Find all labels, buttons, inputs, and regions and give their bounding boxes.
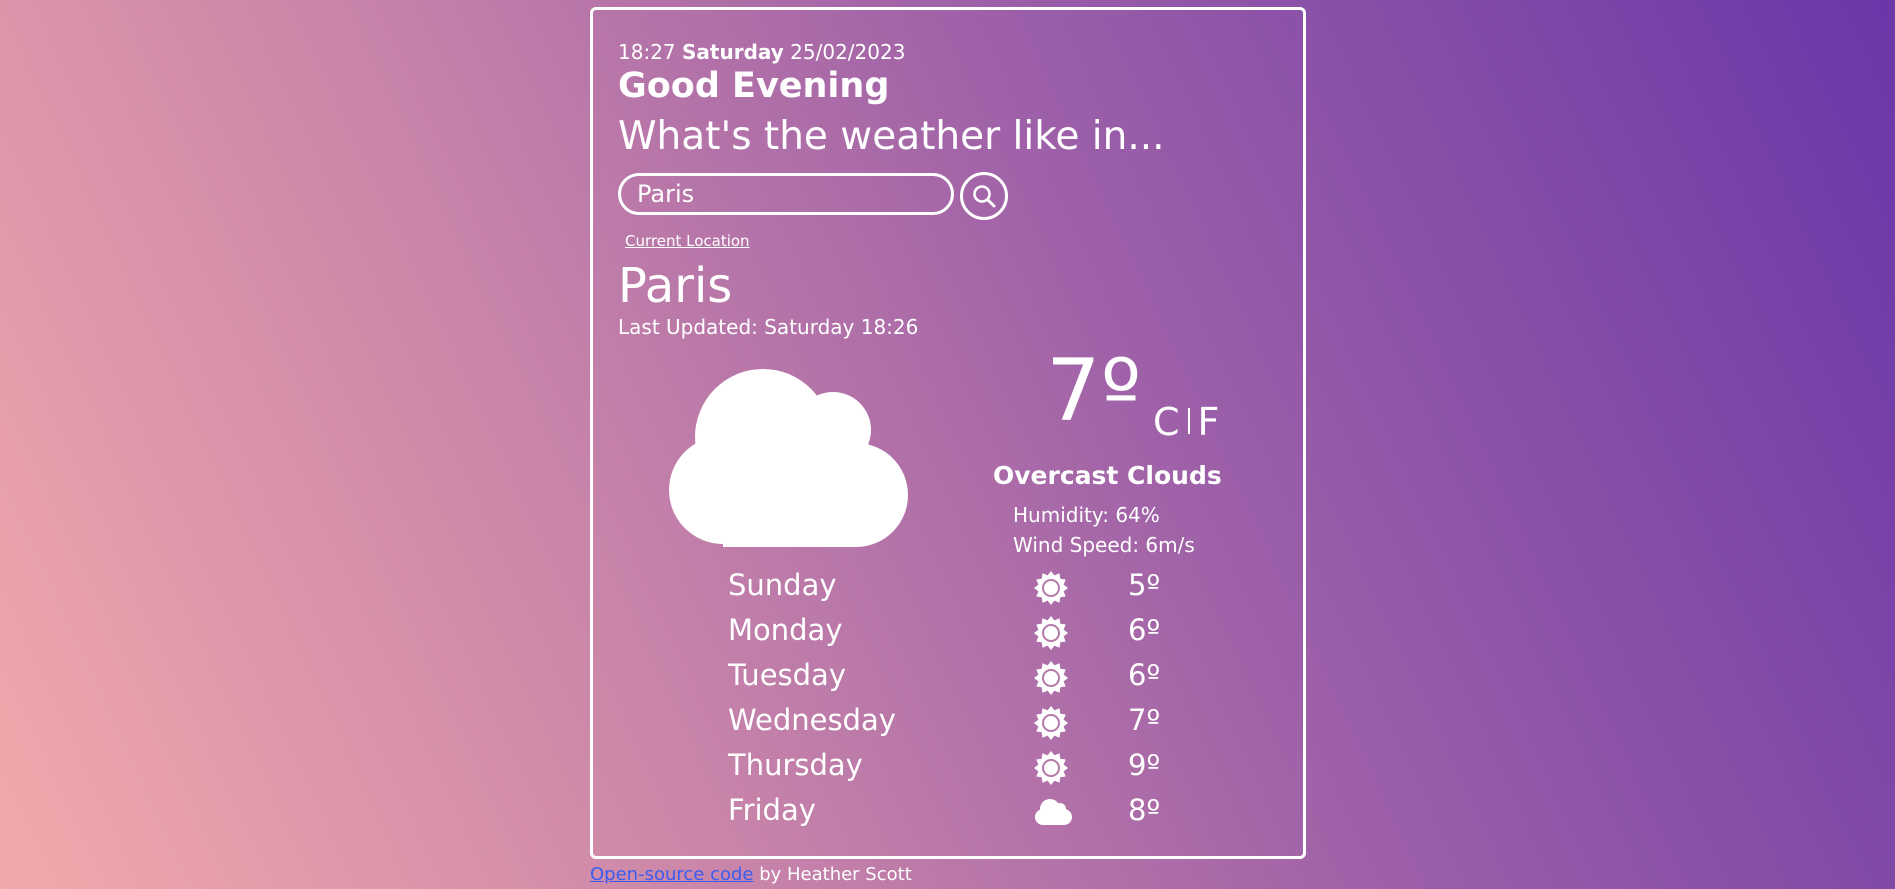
forecast-temp: 8º xyxy=(1128,793,1161,827)
search-icon xyxy=(973,185,996,208)
sun-icon xyxy=(1034,571,1068,605)
celsius-link[interactable]: C xyxy=(1153,400,1180,444)
forecast-row: Thursday 9º xyxy=(728,748,1228,788)
city-search-input[interactable] xyxy=(618,173,954,215)
cloud-icon xyxy=(669,369,908,547)
forecast-temp: 6º xyxy=(1128,613,1161,647)
forecast-row: Friday 8º xyxy=(728,793,1228,833)
source-code-link[interactable]: Open-source code xyxy=(590,864,753,885)
sun-icon xyxy=(1034,616,1068,650)
fahrenheit-link[interactable]: F xyxy=(1198,400,1220,444)
current-datetime: 18:27 Saturday 25/02/2023 xyxy=(618,40,905,64)
forecast-temp: 5º xyxy=(1128,568,1161,602)
forecast-day: Friday xyxy=(728,793,816,827)
unit-separator xyxy=(1187,407,1190,434)
forecast-temp: 9º xyxy=(1128,748,1161,782)
current-location-link[interactable]: Current Location xyxy=(625,232,750,250)
forecast-day: Sunday xyxy=(728,568,837,602)
weather-card: 18:27 Saturday 25/02/2023 Good Evening W… xyxy=(590,7,1306,859)
forecast-row: Tuesday 6º xyxy=(728,658,1228,698)
wind-speed: Wind Speed: 6m/s xyxy=(1013,533,1195,557)
current-time: 18:27 xyxy=(618,40,676,64)
footer-author: by Heather Scott xyxy=(753,864,912,885)
current-day: Saturday xyxy=(682,40,784,64)
forecast-day: Thursday xyxy=(728,748,863,782)
current-date: 25/02/2023 xyxy=(790,40,906,64)
forecast-temp: 6º xyxy=(1128,658,1161,692)
forecast-day: Wednesday xyxy=(728,703,896,737)
forecast-row: Wednesday 7º xyxy=(728,703,1228,743)
current-temperature: 7º xyxy=(1046,341,1142,441)
humidity: Humidity: 64% xyxy=(1013,503,1160,527)
weather-description: Overcast Clouds xyxy=(993,461,1222,490)
cloud-icon xyxy=(1035,799,1072,825)
search-button[interactable] xyxy=(960,172,1008,220)
search-prompt: What's the weather like in... xyxy=(618,114,1165,159)
forecast-row: Sunday 5º xyxy=(728,568,1228,608)
last-updated: Last Updated: Saturday 18:26 xyxy=(618,315,919,339)
forecast-row: Monday 6º xyxy=(728,613,1228,653)
sun-icon xyxy=(1034,751,1068,785)
city-name: Paris xyxy=(618,258,733,314)
sun-icon xyxy=(1034,661,1068,695)
forecast-day: Monday xyxy=(728,613,843,647)
forecast-temp: 7º xyxy=(1128,703,1161,737)
unit-toggle: CF xyxy=(1153,403,1219,442)
sun-icon xyxy=(1034,706,1068,740)
footer: Open-source code by Heather Scott xyxy=(590,864,912,885)
greeting: Good Evening xyxy=(618,66,890,106)
forecast-day: Tuesday xyxy=(728,658,846,692)
